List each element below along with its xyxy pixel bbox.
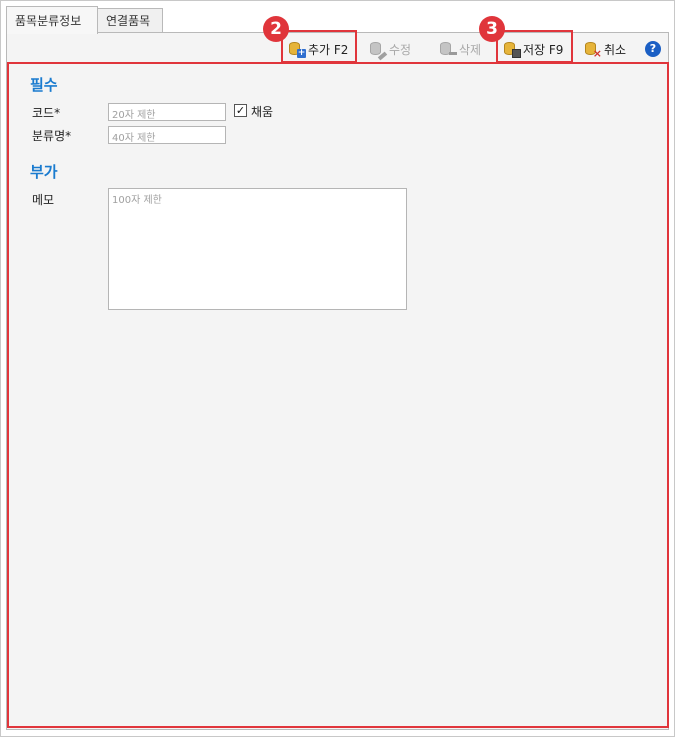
- cancel-button[interactable]: × 취소: [584, 37, 626, 61]
- add-db-icon: +: [288, 41, 306, 58]
- required-section-title: 필수: [30, 76, 58, 94]
- delete-db-icon: [439, 41, 457, 57]
- help-icon[interactable]: ?: [645, 41, 661, 57]
- auto-number-checkbox[interactable]: ✓: [234, 104, 247, 117]
- code-required-mark: *: [54, 106, 61, 120]
- name-required-mark: *: [65, 129, 72, 143]
- callout-marker-2: 2: [263, 16, 289, 42]
- cancel-db-icon: ×: [584, 41, 602, 59]
- cancel-button-label: 취소: [604, 42, 627, 57]
- save-db-icon: [503, 41, 521, 58]
- name-label-text: 분류명: [32, 129, 66, 143]
- optional-section-title: 부가: [30, 163, 58, 181]
- code-input[interactable]: 20자 제한: [108, 103, 226, 121]
- callout-marker-3: 3: [479, 16, 505, 42]
- code-label: 코드*: [32, 104, 60, 121]
- memo-label: 메모: [32, 193, 55, 207]
- delete-button[interactable]: 삭제: [439, 37, 481, 61]
- add-button-label: 추가 F2: [308, 42, 349, 57]
- edit-button-label: 수정: [389, 42, 412, 57]
- auto-number-label: 채움: [251, 105, 274, 119]
- name-input[interactable]: 40자 제한: [108, 126, 226, 144]
- code-label-text: 코드: [32, 106, 55, 120]
- tab-linked-items[interactable]: 연결품목: [97, 8, 163, 32]
- add-button[interactable]: + 추가 F2: [288, 37, 348, 61]
- tab-category-info[interactable]: 품목분류정보: [6, 6, 98, 34]
- save-button[interactable]: 저장 F9: [503, 37, 563, 61]
- edit-db-icon: [369, 41, 388, 61]
- delete-button-label: 삭제: [459, 42, 482, 57]
- name-label: 분류명*: [32, 127, 71, 144]
- content-panel: [6, 32, 669, 730]
- save-button-label: 저장 F9: [523, 42, 564, 57]
- edit-button[interactable]: 수정: [369, 37, 411, 61]
- memo-textarea[interactable]: 100자 제한: [108, 188, 407, 310]
